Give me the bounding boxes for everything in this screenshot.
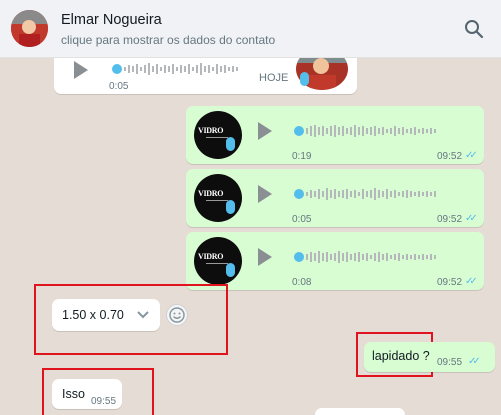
read-ticks-icon: ✓✓: [465, 213, 478, 224]
contact-avatar[interactable]: [11, 10, 48, 47]
avatar-brand-text: VIDRO: [198, 189, 224, 198]
waveform[interactable]: [294, 187, 454, 201]
waveform[interactable]: [294, 124, 454, 138]
chat-header[interactable]: Elmar Nogueira clique para mostrar os da…: [0, 0, 501, 58]
message-text: Isso: [62, 387, 85, 401]
outgoing-text-message[interactable]: lapidado ? 09:55 ✓✓: [364, 342, 495, 372]
microphone-icon: [226, 263, 235, 277]
message-time: 09:55: [91, 396, 117, 407]
message-time: 09:55: [437, 357, 463, 368]
avatar-brand-text: VIDRO: [198, 252, 224, 261]
message-text: 1.50 x 0.70: [62, 308, 124, 322]
message-time: HOJE: [259, 72, 289, 84]
microphone-icon: [300, 72, 310, 88]
search-icon[interactable]: [463, 18, 485, 40]
play-icon[interactable]: [258, 185, 272, 203]
voice-duration: 0:08: [292, 277, 312, 288]
incoming-text-message[interactable]: Isso 09:55: [52, 379, 122, 409]
incoming-text-message[interactable]: [315, 408, 405, 415]
play-icon[interactable]: [74, 61, 88, 79]
outgoing-voice-message: VIDRO 0:19 09:52 ✓✓: [186, 106, 484, 164]
microphone-icon: [226, 137, 235, 151]
read-ticks-icon: ✓✓: [465, 276, 478, 287]
play-icon[interactable]: [258, 122, 272, 140]
contact-subtitle[interactable]: clique para mostrar os dados do contato: [61, 33, 275, 47]
emoji-reaction-icon[interactable]: [166, 304, 188, 326]
message-text: lapidado ?: [372, 349, 430, 363]
outgoing-voice-message: VIDRO 0:08 09:52 ✓✓: [186, 232, 484, 290]
avatar-brand-text: VIDRO: [198, 126, 224, 135]
message-time: 09:52: [437, 214, 463, 225]
chevron-down-icon[interactable]: [136, 310, 150, 320]
voice-sender-avatar[interactable]: VIDRO: [194, 174, 242, 222]
voice-duration: 0:05: [292, 214, 312, 225]
voice-sender-avatar[interactable]: VIDRO: [194, 111, 242, 159]
play-icon[interactable]: [258, 248, 272, 266]
incoming-text-message[interactable]: 1.50 x 0.70: [52, 299, 160, 331]
read-ticks-icon: ✓✓: [465, 150, 478, 161]
voice-duration: 0:05: [109, 81, 129, 92]
chat-area[interactable]: 0:05 HOJE VIDRO 0:19 09:52 ✓✓ VIDRO 0:05…: [0, 58, 501, 415]
read-ticks-icon: ✓✓: [468, 356, 481, 367]
waveform[interactable]: [112, 62, 262, 76]
microphone-icon: [226, 200, 235, 214]
voice-sender-avatar[interactable]: VIDRO: [194, 237, 242, 285]
voice-duration: 0:19: [292, 151, 312, 162]
outgoing-voice-message: VIDRO 0:05 09:52 ✓✓: [186, 169, 484, 227]
contact-name[interactable]: Elmar Nogueira: [61, 12, 162, 28]
message-time: 09:52: [437, 151, 463, 162]
waveform[interactable]: [294, 250, 454, 264]
message-time: 09:52: [437, 277, 463, 288]
